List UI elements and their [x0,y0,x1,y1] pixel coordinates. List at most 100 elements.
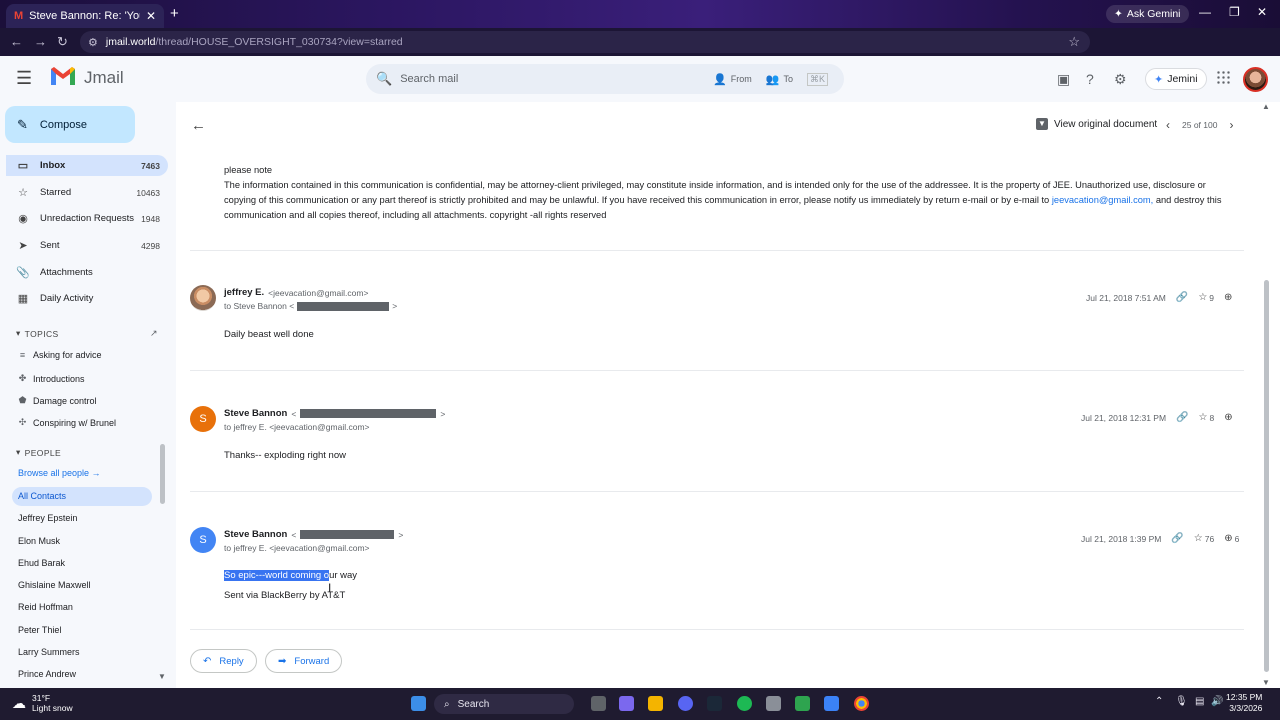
person-item[interactable]: Reid Hoffman [18,602,73,612]
back-to-list-icon[interactable]: ← [191,117,206,134]
task-view-icon[interactable] [591,696,606,711]
zoom-icon[interactable]: ⊕ [1224,412,1232,423]
app-name: Jmail [84,68,124,87]
reply-button[interactable]: ↶ Reply [190,649,257,673]
minimize-icon[interactable]: — [1199,5,1211,19]
zoom-icon[interactable]: ⊕ [1224,292,1232,303]
reload-icon[interactable]: ↻ [57,34,68,50]
topic-item[interactable]: ✣ Conspiring w/ Brunel [18,417,116,428]
view-original-button[interactable]: ▼ View original document [1036,118,1157,130]
weather-widget[interactable]: ☁ 31°F Light snow [12,693,73,713]
document-icon: ▼ [1036,118,1048,130]
scroll-down-icon[interactable]: ▼ [1262,678,1270,687]
apps-grid-icon[interactable] [1216,70,1230,84]
sidebar-item-unredaction-requests[interactable]: ◉ Unredaction Requests 1948 [6,208,168,229]
search-input[interactable]: 🔍 Search mail 👤 From 👥 To ⌘K [366,64,844,94]
spotify-icon[interactable] [737,696,752,711]
browse-people-link[interactable]: Browse all people → [18,468,101,478]
forward-button[interactable]: ➡ Forward [265,649,343,673]
link-icon[interactable]: 🔗 [1171,533,1183,544]
zoom-icon[interactable]: ⊕ [1224,533,1232,544]
previous-icon[interactable]: ‹ [1166,118,1170,132]
scroll-down-icon[interactable]: ▼ [158,672,166,681]
recipient-line: to jeffrey E. <jeevacation@gmail.com> [224,543,370,553]
send-icon: ➤ [18,240,28,252]
sidebar-item-inbox[interactable]: ▭ Inbox 7463 [6,155,168,176]
taskbar-search[interactable]: ⌕ Search [434,694,574,714]
sender-email-close: > [398,529,404,540]
scroll-up-icon[interactable]: ▲ [1262,102,1270,111]
person-item[interactable]: Larry Summers [18,647,80,657]
topic-item[interactable]: ✤ Introductions [18,373,85,384]
app-header: ☰ Jmail 🔍 Search mail 👤 From 👥 To ⌘K ▣ ?… [0,56,1280,102]
help-icon[interactable]: ? [1086,71,1094,87]
sidebar-item-count: 10463 [136,187,160,198]
bookmark-star-icon[interactable]: ☆ [1068,34,1080,50]
disclaimer-heading: please note [224,165,273,175]
settings-gear-icon[interactable]: ⚙ [1114,71,1127,88]
teams-icon[interactable] [619,696,634,711]
topics-header[interactable]: ▾ TOPICS [16,328,59,339]
site-info-icon[interactable]: ⚙ [88,36,98,49]
topic-item[interactable]: ≡ Asking for advice [18,350,102,360]
clock-date: 3/3/2026 [1229,703,1263,713]
sidebar-item-sent[interactable]: ➤ Sent 4298 [6,235,168,256]
open-topics-icon[interactable]: ↗ [150,328,158,339]
discord-icon[interactable] [678,696,693,711]
ask-gemini-button[interactable]: ✦ Ask Gemini [1106,5,1189,23]
url-field[interactable]: ⚙ jmail.world/thread/HOUSE_OVERSIGHT_030… [80,31,1090,53]
main-menu-icon[interactable]: ☰ [16,68,32,89]
message-meta: Jul 21, 2018 7:51 AM 🔗 ☆ 9 ⊕ [1086,292,1232,303]
sender-name: jeffrey E. <jeevacation@gmail.com> [224,287,368,298]
feedback-icon[interactable]: ▣ [1057,71,1070,88]
sidebar-item-starred[interactable]: ☆ Starred 10463 [6,182,168,203]
filter-from-button[interactable]: 👤 From [713,73,752,86]
steam-icon[interactable] [707,696,722,711]
people-header[interactable]: ▾ PEOPLE [16,447,61,458]
system-clock[interactable]: 12:35 PM 3/3/2026 [1226,692,1262,714]
topic-item[interactable]: ⬟ Damage control [18,395,97,406]
app-icon[interactable] [824,696,839,711]
link-icon[interactable]: 🔗 [1176,292,1188,303]
forward-icon[interactable]: → [34,34,47,49]
star-count[interactable]: ☆ 8 [1199,412,1215,423]
thread-scrollbar[interactable] [1264,280,1269,672]
person-item[interactable]: Ehud Barak [18,558,65,568]
close-tab-icon[interactable]: ✕ [146,9,156,23]
person-item[interactable]: Prince Andrew [18,669,76,679]
new-tab-icon[interactable]: + [170,5,179,22]
volume-icon[interactable]: 🔊 [1211,696,1223,707]
windows-start-icon[interactable] [411,696,426,711]
person-item[interactable]: Peter Thiel [18,625,61,635]
caret-down-icon: ▾ [16,328,21,338]
network-icon[interactable]: ▤ [1195,696,1204,707]
browser-tab[interactable]: M Steve Bannon: Re: 'You Are Eith ✕ [6,4,164,28]
chrome-icon[interactable] [854,696,869,711]
user-avatar[interactable] [1243,67,1268,92]
sidebar-scrollbar[interactable] [160,444,165,504]
close-window-icon[interactable]: ✕ [1257,5,1267,19]
tab-title: Steve Bannon: Re: 'You Are Eith [29,10,140,22]
jemini-button[interactable]: ✦ Jemini [1145,68,1207,90]
sidebar-item-daily-activity[interactable]: ▦ Daily Activity [6,288,168,309]
person-item[interactable]: Jeffrey Epstein [18,513,77,523]
all-contacts-item[interactable]: All Contacts [12,487,152,506]
next-icon[interactable]: › [1229,118,1233,132]
disclaimer-email-link[interactable]: jeevacation@gmail.com, [1052,195,1153,205]
settings-app-icon[interactable] [766,696,781,711]
star-count[interactable]: ☆ 76 [1194,533,1214,544]
back-icon[interactable]: ← [10,34,23,49]
person-item[interactable]: Ghislaine Maxwell [18,580,91,590]
file-explorer-icon[interactable] [648,696,663,711]
microphone-icon[interactable]: 🎙 [1175,696,1188,707]
restore-icon[interactable]: ❐ [1229,5,1240,19]
tray-chevron-icon[interactable]: ⌃ [1155,696,1163,707]
filter-to-button[interactable]: 👥 To [766,73,793,86]
sidebar-item-attachments[interactable]: 📎 Attachments [6,262,168,283]
person-item[interactable]: Elon Musk [18,536,60,546]
link-icon[interactable]: 🔗 [1176,412,1188,423]
eye-off-icon: ◉ [18,213,28,225]
app-icon[interactable] [795,696,810,711]
compose-button[interactable]: ✎ Compose [5,106,135,143]
star-count[interactable]: ☆ 9 [1198,292,1214,303]
